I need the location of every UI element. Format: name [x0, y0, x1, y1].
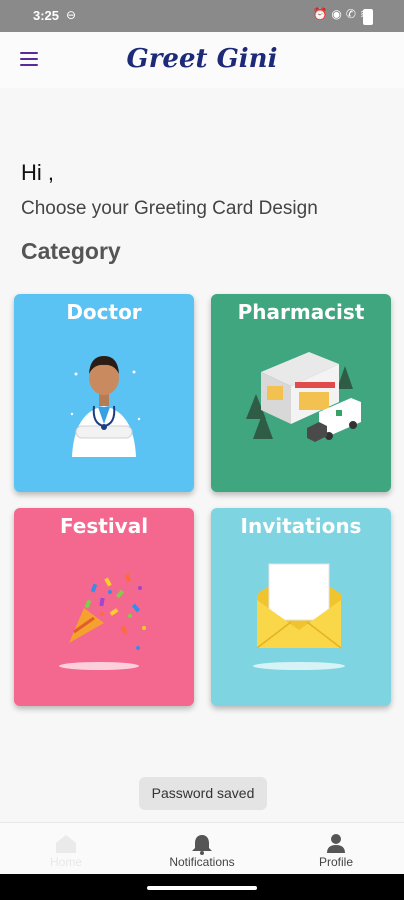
wifi-call-icon: ✆ — [345, 7, 360, 21]
app-bar: Greet Gini — [0, 32, 404, 88]
app-title: Greet Gini — [126, 44, 278, 74]
alarm-icon: ⏰ — [312, 7, 332, 21]
category-card-doctor[interactable]: Doctor — [14, 294, 194, 492]
nav-item-notifications[interactable]: Notifications — [160, 823, 244, 875]
person-icon — [327, 834, 345, 853]
home-gesture-pill[interactable] — [147, 886, 257, 890]
category-card-pharmacist[interactable]: Pharmacist — [211, 294, 391, 492]
home-icon — [56, 835, 76, 853]
status-time: 3:25 — [33, 8, 60, 23]
status-bar: 3:25 ⊖ ⏰◉✆≋ — [0, 0, 404, 32]
category-label: Festival — [59, 514, 149, 538]
gesture-bar — [0, 874, 404, 900]
battery-icon — [363, 9, 373, 25]
category-label: Doctor — [66, 300, 142, 324]
nav-label: Notifications — [169, 855, 235, 869]
nav-label: Profile — [318, 855, 353, 869]
bottom-navigation: Home Notifications Profile — [0, 822, 404, 875]
toast-message: Password saved — [139, 777, 267, 810]
category-heading: Category — [21, 238, 121, 264]
nav-item-profile[interactable]: Profile — [304, 823, 368, 875]
category-card-invitations[interactable]: Invitations — [211, 508, 391, 706]
greeting-text: Hi , — [21, 160, 54, 185]
sync-circle-icon: ⊖ — [66, 8, 77, 22]
subtitle-text: Choose your Greeting Card Design — [21, 198, 318, 219]
bell-icon — [192, 835, 212, 855]
nav-label: Home — [49, 855, 82, 869]
category-label: Invitations — [240, 514, 362, 538]
category-card-festival[interactable]: Festival — [14, 508, 194, 706]
eye-icon: ◉ — [331, 7, 346, 21]
nav-item-home[interactable]: Home — [30, 823, 102, 875]
category-label: Pharmacist — [237, 300, 365, 324]
